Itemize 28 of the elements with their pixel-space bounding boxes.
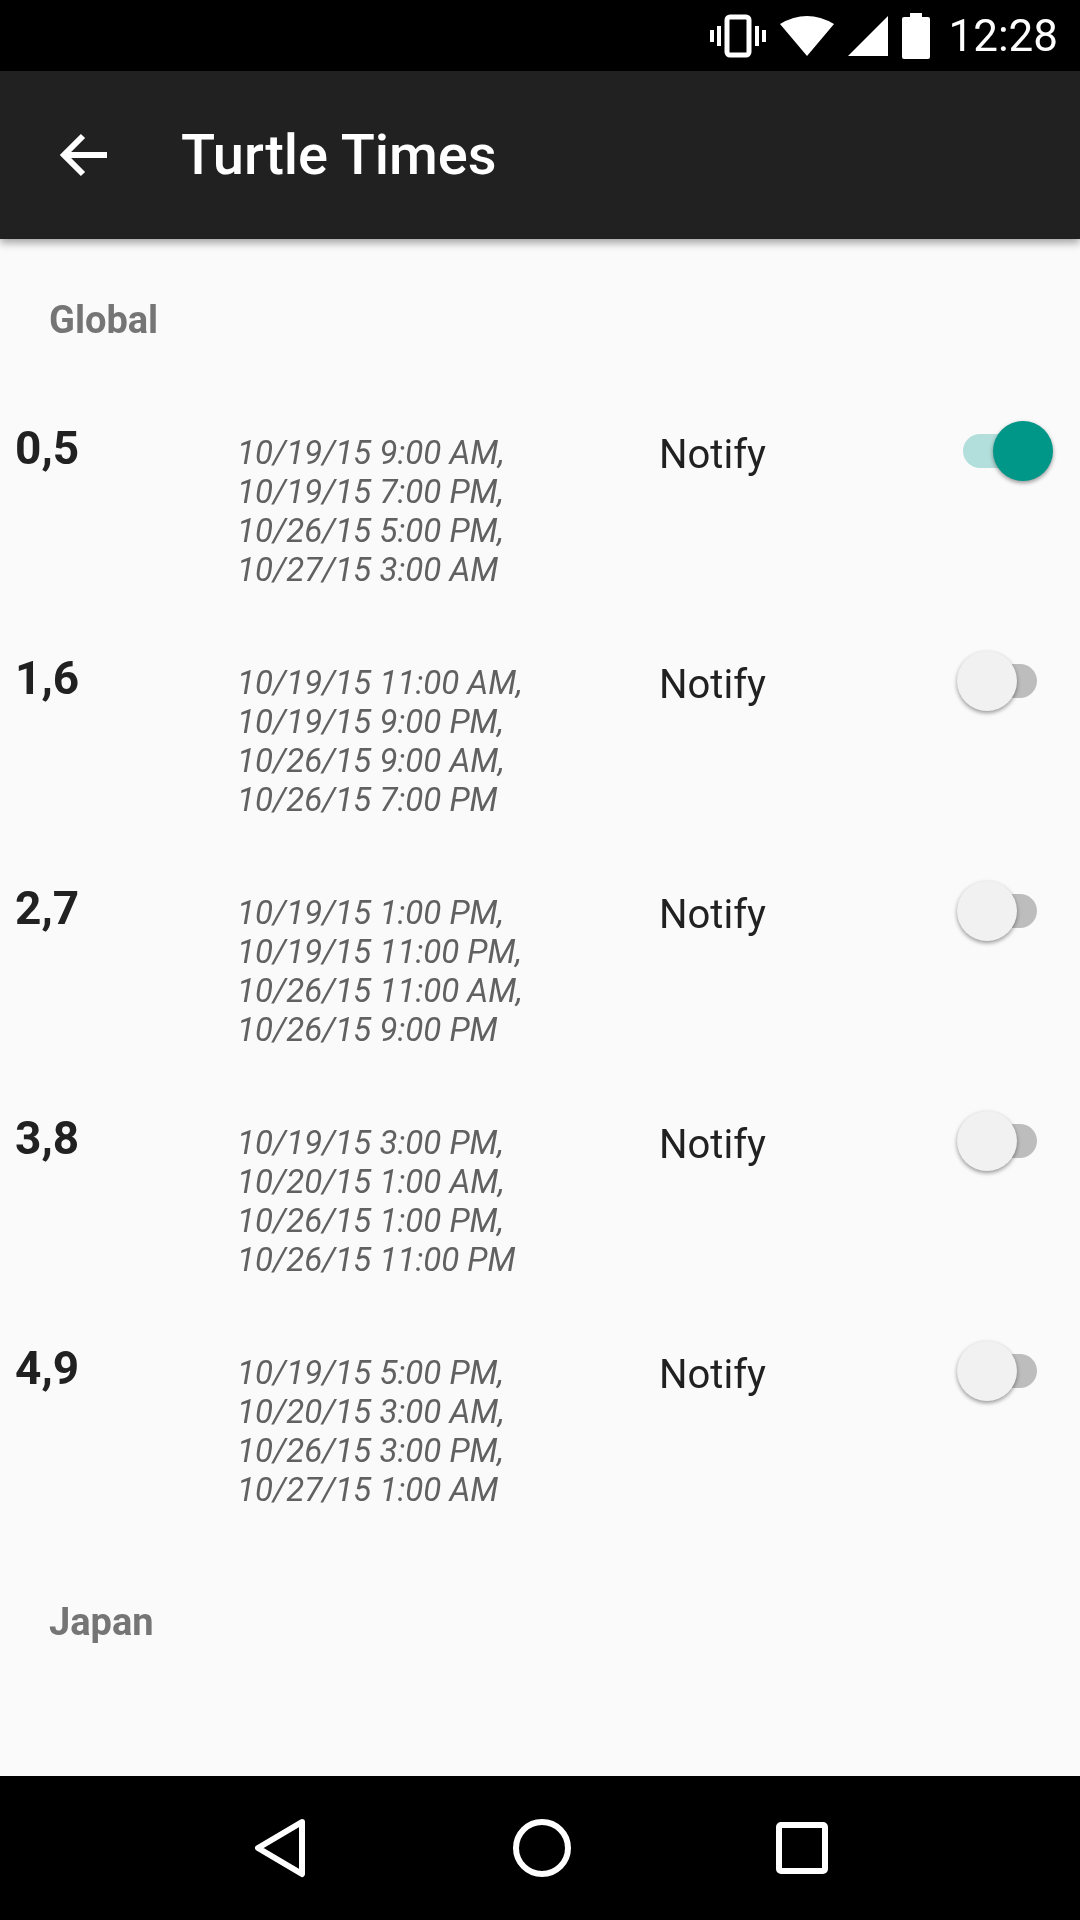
times-text: 10/19/15 1:00 PM, 10/19/15 11:00 PM, 10/26/15 11:00 AM, 10/26/15 9:00 PM	[237, 892, 524, 1049]
item-label: 2,7	[14, 881, 81, 931]
item-label: 0,5	[14, 421, 81, 471]
section-header: Japan	[49, 1600, 154, 1644]
recents-nav-icon[interactable]	[776, 1822, 828, 1874]
back-arrow-icon	[59, 133, 109, 177]
notify-label: Notify	[659, 1120, 767, 1165]
times-text: 10/19/15 11:00 AM, 10/19/15 9:00 PM, 10/26/15 9:00 AM, 10/26/15 7:00 PM	[237, 662, 524, 819]
notify-label: Notify	[659, 430, 767, 475]
times-text: 10/19/15 9:00 AM, 10/19/15 7:00 PM, 10/26/15 5:00 PM, 10/27/15 3:00 AM	[237, 432, 506, 589]
wifi-icon	[780, 15, 835, 56]
item-label: 3,8	[14, 1111, 81, 1161]
item-label: 1,6	[14, 651, 81, 701]
section-header: Global	[49, 298, 159, 342]
vibrate-icon	[710, 13, 767, 58]
home-nav-icon[interactable]	[512, 1818, 572, 1878]
screen-title: Turtle Times	[181, 127, 497, 183]
times-text: 10/19/15 5:00 PM, 10/20/15 3:00 AM, 10/26/15 3:00 PM, 10/27/15 1:00 AM	[237, 1352, 506, 1509]
notify-label: Notify	[659, 890, 767, 935]
battery-icon	[902, 12, 931, 59]
item-label: 4,9	[14, 1341, 81, 1391]
status-time: 12:28	[948, 13, 1058, 58]
times-text: 10/19/15 3:00 PM, 10/20/15 1:00 AM, 10/26/15 1:00 PM, 10/26/15 11:00 PM	[237, 1122, 517, 1279]
back-nav-icon[interactable]	[252, 1818, 308, 1878]
notify-switch[interactable]	[961, 421, 1053, 481]
notify-label: Notify	[659, 660, 767, 705]
signal-icon	[848, 15, 889, 56]
notify-label: Notify	[659, 1350, 767, 1395]
